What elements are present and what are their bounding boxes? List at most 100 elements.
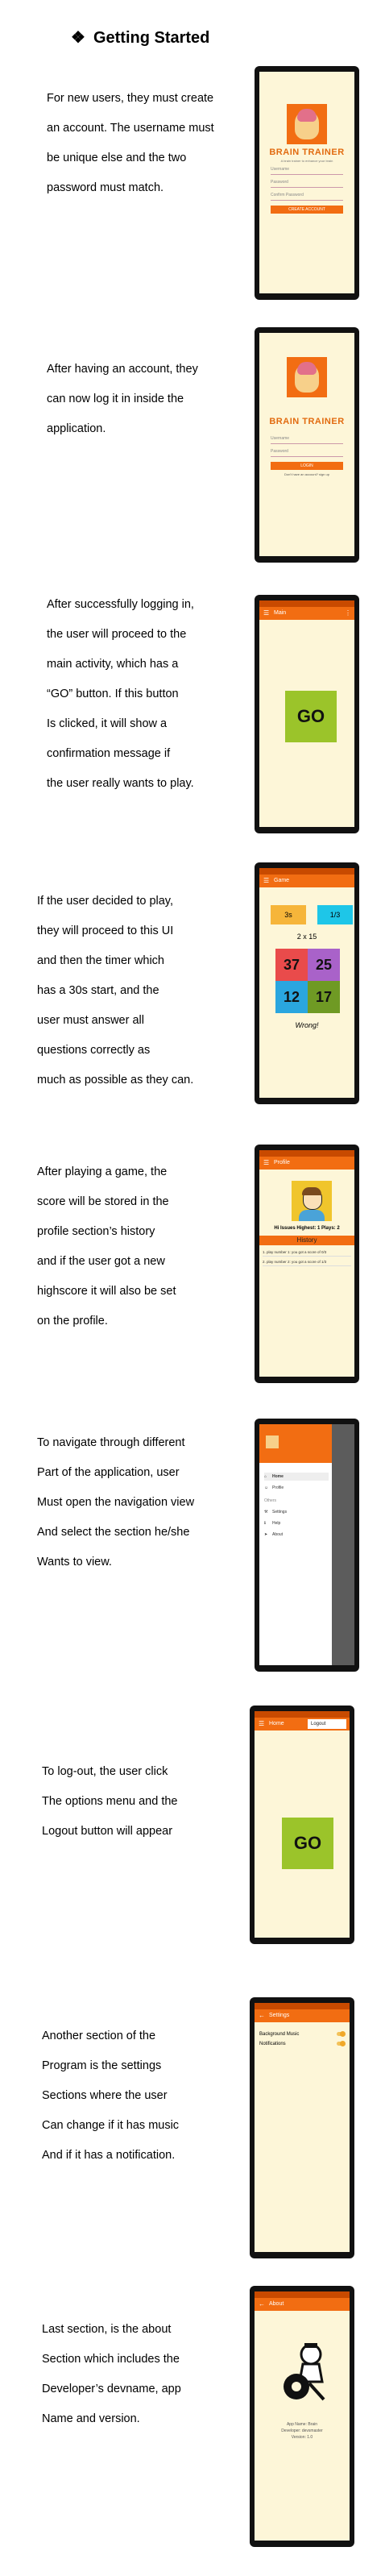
- app-bar: ☰ Profile: [259, 1157, 354, 1170]
- go-button[interactable]: GO: [282, 1818, 333, 1869]
- app-bar-title: Profile: [274, 1160, 290, 1165]
- login-button[interactable]: LOGIN: [271, 462, 343, 470]
- text-line: For new users, they must create: [47, 92, 214, 105]
- brand-tagline: A brain trainer to enhance your brain: [280, 159, 333, 163]
- overflow-menu-icon[interactable]: ⋮: [345, 607, 351, 620]
- text-line: Section which includes the: [42, 2353, 180, 2366]
- score-badge: 1/3: [317, 905, 353, 924]
- drawer-item-profile[interactable]: ☺ Profile: [264, 1484, 329, 1492]
- section-settings-text: Another section of the Program is the se…: [42, 2021, 243, 2171]
- drawer-item-label: Settings: [272, 1510, 288, 1514]
- game-screen: ☰ Game 3s 1/3 2 x 15 37 25 12 17 Wrong!: [259, 868, 354, 1098]
- drawer-item-label: Help: [272, 1521, 281, 1526]
- create-account-button[interactable]: CREATE ACCOUNT: [271, 206, 343, 214]
- question-text: 2 x 15: [296, 933, 317, 941]
- answer-option[interactable]: 37: [275, 949, 308, 981]
- text-line: Program is the settings: [42, 2059, 162, 2072]
- status-bar: [255, 2003, 350, 2009]
- text-line: and if the user got a new: [37, 1255, 165, 1268]
- app-bar: ← About: [255, 2298, 350, 2311]
- menu-icon[interactable]: ☰: [263, 1157, 269, 1170]
- text-line: confirmation message if: [47, 747, 171, 760]
- username-field[interactable]: Username: [271, 165, 343, 175]
- back-arrow-icon[interactable]: ←: [259, 2298, 265, 2311]
- app-bar: ☰ Main ⋮: [259, 607, 354, 620]
- text-line: Must open the navigation view: [37, 1496, 195, 1509]
- text-line: can now log it in inside the: [47, 393, 184, 405]
- back-arrow-icon[interactable]: ←: [259, 2009, 265, 2022]
- help-icon: ℹ: [264, 1521, 266, 1526]
- about-developer: Developer: devsmaster: [281, 2429, 323, 2433]
- about-app-name: App Name: Brain: [286, 2422, 318, 2427]
- drawer-section-label: Others: [264, 1498, 277, 1503]
- confirm-password-field[interactable]: Confirm Password: [271, 191, 343, 201]
- status-bar: [259, 1150, 354, 1157]
- text-line: they will proceed to this UI: [37, 924, 174, 937]
- setting-background-music[interactable]: Background Music: [259, 2030, 346, 2038]
- drawer-item-settings[interactable]: ⚒ Settings: [264, 1508, 329, 1516]
- section-profile-text: After playing a game, the score will be …: [37, 1157, 238, 1336]
- text-line: After playing a game, the: [37, 1165, 168, 1178]
- text-line: much as possible as they can.: [37, 1074, 194, 1086]
- app-bar-title: About: [269, 2301, 284, 2307]
- text-line: After successfully logging in,: [47, 598, 194, 611]
- answer-option[interactable]: 25: [308, 949, 340, 981]
- text-line: After having an account, they: [47, 363, 198, 376]
- text-line: “GO” button. If this button: [47, 688, 179, 700]
- app-bar: ← Settings: [255, 2009, 350, 2022]
- answer-option[interactable]: 17: [308, 981, 340, 1013]
- section-login-text: After having an account, they can now lo…: [47, 355, 248, 444]
- brand-name: BRAIN TRAINER: [269, 147, 345, 157]
- text-line: Wants to view.: [37, 1556, 112, 1568]
- status-bar: [255, 2291, 350, 2298]
- password-field[interactable]: Password: [271, 178, 343, 188]
- profile-screen: ☰ Profile Hi Issues Highest: 1 Plays: 2 …: [259, 1150, 354, 1377]
- register-screen: BRAIN TRAINER A brain trainer to enhance…: [259, 72, 354, 293]
- go-button[interactable]: GO: [285, 691, 337, 742]
- text-line: Can change if it has music: [42, 2119, 180, 2132]
- logout-screen: ☰ Home Logout GO: [255, 1711, 350, 1938]
- notifications-toggle[interactable]: [337, 2041, 346, 2046]
- menu-icon[interactable]: ☰: [263, 607, 269, 620]
- drawer-item-about[interactable]: ➤ About: [264, 1531, 329, 1539]
- setting-notifications[interactable]: Notifications: [259, 2040, 346, 2048]
- main-screen: ☰ Main ⋮ GO: [259, 600, 354, 827]
- settings-icon: ⚒: [264, 1510, 268, 1514]
- music-toggle[interactable]: [337, 2031, 346, 2037]
- drawer-header: [259, 1424, 332, 1463]
- drawer-scrim[interactable]: [332, 1424, 354, 1665]
- username-field[interactable]: Username: [271, 434, 343, 444]
- settings-screen: ← Settings Background Music Notification…: [255, 2003, 350, 2252]
- brand-name: BRAIN TRAINER: [269, 417, 345, 426]
- text-line: Developer’s devname, app: [42, 2383, 181, 2395]
- section-about-text: Last section, is the about Section which…: [42, 2315, 243, 2434]
- app-bar-title: Home: [269, 1721, 284, 1726]
- drawer-item-label: Profile: [272, 1485, 284, 1490]
- text-line: an account. The username must: [47, 122, 214, 135]
- profile-icon: ☺: [264, 1485, 269, 1490]
- profile-stats: Hi Issues Highest: 1 Plays: 2: [274, 1226, 340, 1231]
- history-row: 1. play number 1: you got a score of 0/3: [263, 1249, 351, 1257]
- logout-menu-item[interactable]: Logout: [308, 1719, 346, 1729]
- text-line: And if it has a notification.: [42, 2149, 176, 2162]
- login-screenshot: BRAIN TRAINER Username Password LOGIN Do…: [255, 327, 359, 563]
- section-navigation-text: To navigate through different Part of th…: [37, 1428, 238, 1577]
- section-register-text: For new users, they must create an accou…: [47, 84, 248, 203]
- drawer-item-label: Home: [272, 1474, 284, 1479]
- drawer-item-help[interactable]: ℹ Help: [264, 1519, 329, 1527]
- drawer-item-home[interactable]: ⌂ Home: [264, 1473, 329, 1481]
- history-row: 2. play number 2: you got a score of 1/3: [263, 1258, 351, 1266]
- text-line: Sections where the user: [42, 2089, 168, 2102]
- text-line: Another section of the: [42, 2030, 156, 2042]
- menu-icon[interactable]: ☰: [263, 875, 269, 887]
- signup-link[interactable]: Don't have an account? sign up: [259, 472, 354, 476]
- menu-icon[interactable]: ☰: [259, 1718, 264, 1730]
- answer-option[interactable]: 12: [275, 981, 308, 1013]
- password-field[interactable]: Password: [271, 447, 343, 457]
- brain-logo-icon: [266, 1435, 279, 1448]
- text-line: application.: [47, 422, 106, 435]
- drawer-section-others: Others: [264, 1497, 329, 1505]
- status-bar: [259, 868, 354, 875]
- text-line: highscore it will also be set: [37, 1285, 176, 1298]
- brain-logo-icon: [287, 357, 327, 397]
